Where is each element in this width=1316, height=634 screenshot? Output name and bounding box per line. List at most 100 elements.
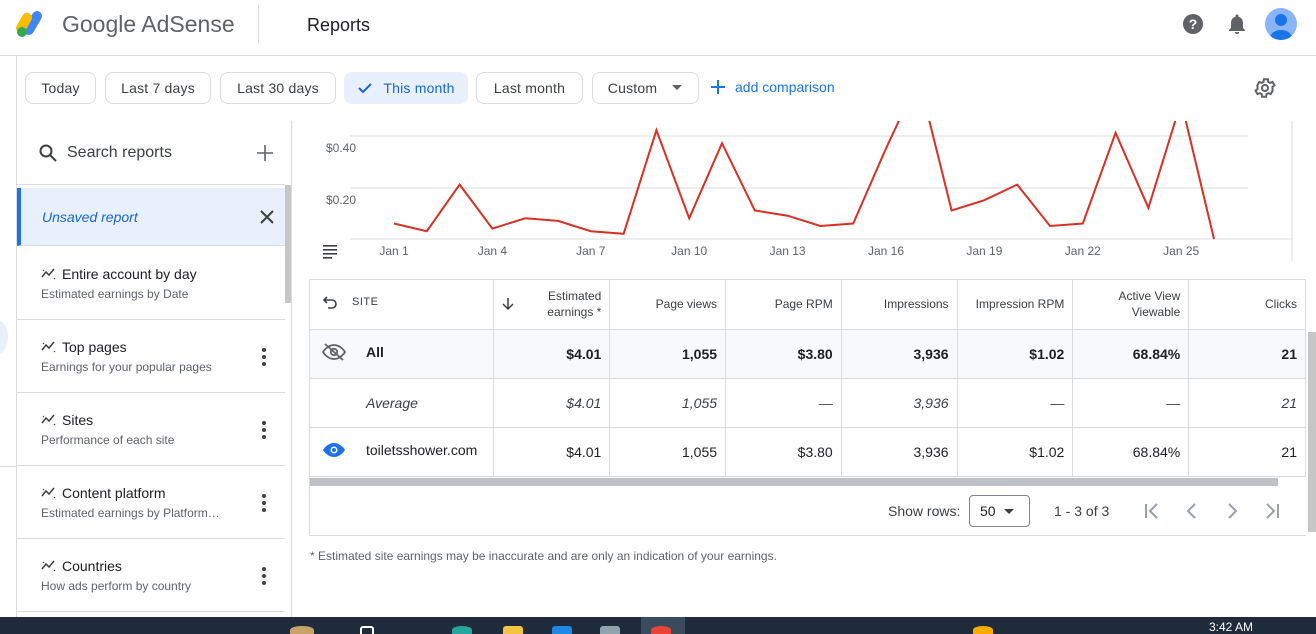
data-table: SITE Estimated earnings * Page views Pag… — [310, 280, 1306, 477]
trending-icon — [41, 414, 56, 426]
report-item-countries[interactable]: Countries How ads perform by country — [17, 539, 285, 612]
search-reports[interactable]: Search reports — [17, 121, 285, 185]
visibility-eye-icon[interactable] — [322, 441, 346, 459]
svg-text:?: ? — [1189, 16, 1198, 32]
unsaved-report-label: Unsaved report — [42, 209, 138, 225]
taskbar-chrome-icon[interactable] — [651, 626, 671, 634]
cell-active-view: — — [1072, 378, 1190, 428]
top-app-bar: Google AdSense Reports ? — [0, 0, 1316, 56]
taskbar-edge-icon[interactable] — [452, 626, 472, 634]
header-active-view-viewable[interactable]: Active View Viewable — [1072, 280, 1190, 330]
table-row: toiletsshower.com $4.01 1,055 $3.80 3,93… — [310, 427, 1306, 477]
first-page-icon[interactable] — [1140, 499, 1164, 523]
chip-today[interactable]: Today — [25, 72, 96, 104]
chip-custom[interactable]: Custom — [592, 72, 699, 104]
header-impressions[interactable]: Impressions — [841, 280, 958, 330]
x-tick-label: Jan 19 — [966, 244, 1002, 258]
report-title: Content platform — [62, 485, 166, 501]
taskbar-weather-icon[interactable] — [973, 626, 993, 634]
report-title: Top pages — [62, 339, 127, 355]
trending-icon — [41, 560, 56, 572]
settings-gear-icon[interactable] — [1253, 76, 1277, 100]
more-vert-icon[interactable] — [255, 345, 273, 369]
row-label: All — [366, 344, 384, 360]
x-tick-label: Jan 10 — [671, 244, 707, 258]
earnings-line-chart: $0.40 $0.20 Jan 1 Jan 4 Jan 7 Jan 10 Jan 13 Ja… — [323, 121, 1293, 261]
x-tick-label: Jan 16 — [868, 244, 904, 258]
header-page-rpm[interactable]: Page RPM — [725, 280, 842, 330]
header-page-views[interactable]: Page views — [609, 280, 727, 330]
add-report-plus-icon[interactable] — [255, 143, 275, 163]
menu-icon[interactable] — [323, 245, 337, 259]
plus-icon — [711, 80, 725, 94]
more-vert-icon[interactable] — [255, 491, 273, 515]
show-rows-label: Show rows: — [888, 503, 961, 519]
os-taskbar: 3:42 AM — [0, 617, 1316, 634]
date-range-bar: Today Last 7 days Last 30 days This mont… — [0, 57, 1316, 121]
chip-last-30-days[interactable]: Last 30 days — [220, 72, 336, 104]
cell-page-views: 1,055 — [609, 378, 727, 428]
chip-this-month[interactable]: This month — [344, 72, 468, 104]
report-subtitle: How ads perform by country — [41, 579, 192, 593]
rows-per-page-select[interactable]: 50 — [969, 495, 1030, 527]
chip-label: This month — [383, 80, 455, 96]
cell-impression-rpm: $1.02 — [957, 329, 1074, 379]
header-label: Active View Viewable — [1118, 289, 1181, 320]
help-icon[interactable]: ? — [1181, 12, 1205, 36]
more-vert-icon[interactable] — [255, 418, 273, 442]
chip-last-month[interactable]: Last month — [476, 72, 583, 104]
visibility-off-icon[interactable] — [322, 343, 346, 361]
report-subtitle: Estimated earnings by Platform… — [41, 506, 220, 520]
taskbar-app-icon[interactable] — [600, 626, 620, 634]
more-vert-icon[interactable] — [255, 564, 273, 588]
unsaved-report-item[interactable]: Unsaved report — [17, 188, 285, 246]
cell-estimated-earnings: $4.01 — [493, 329, 611, 379]
header-impression-rpm[interactable]: Impression RPM — [957, 280, 1074, 330]
header-estimated-earnings[interactable]: Estimated earnings * — [493, 280, 611, 330]
report-item-top-pages[interactable]: Top pages Earnings for your popular page… — [17, 320, 285, 393]
rows-per-page-value: 50 — [980, 503, 996, 519]
header-label: Estimated earnings * — [547, 289, 602, 320]
add-comparison-button[interactable]: add comparison — [711, 79, 835, 95]
x-tick-label: Jan 4 — [478, 244, 508, 258]
cell-impressions: 3,936 — [841, 427, 958, 477]
previous-page-icon[interactable] — [1180, 499, 1204, 523]
x-tick-label: Jan 7 — [576, 244, 606, 258]
last-page-icon[interactable] — [1260, 499, 1284, 523]
table-row-all: All $4.01 1,055 $3.80 3,936 $1.02 68.84%… — [310, 329, 1306, 379]
report-item-content-platform[interactable]: Content platform Estimated earnings by P… — [17, 466, 285, 539]
table-horizontal-scrollbar[interactable] — [310, 478, 1278, 486]
taskbar-app-icon[interactable] — [290, 626, 314, 634]
sidebar-scrollbar[interactable] — [285, 185, 291, 303]
undo-arrow-icon[interactable] — [322, 294, 338, 310]
taskbar-clock: 3:42 AM — [1209, 620, 1254, 634]
report-title: Countries — [62, 558, 122, 574]
cell-page-rpm: $3.80 — [725, 329, 842, 379]
check-icon — [358, 83, 373, 94]
taskbar-search-icon[interactable] — [360, 626, 374, 634]
taskbar-folder-icon[interactable] — [503, 626, 523, 634]
search-icon — [39, 144, 57, 162]
header-clicks[interactable]: Clicks — [1188, 280, 1306, 330]
account-avatar[interactable] — [1265, 8, 1297, 40]
table-pagination: Show rows: 50 1 - 3 of 3 — [310, 486, 1307, 536]
report-item-sites[interactable]: Sites Performance of each site — [17, 393, 285, 466]
notifications-bell-icon[interactable] — [1225, 12, 1249, 36]
taskbar-mail-icon[interactable] — [552, 626, 572, 634]
cell-page-rpm: $3.80 — [725, 427, 842, 477]
page-vertical-scrollbar[interactable] — [1308, 332, 1316, 532]
chip-last-7-days[interactable]: Last 7 days — [105, 72, 211, 104]
earnings-footnote: * Estimated site earnings may be inaccur… — [310, 549, 777, 563]
row-label: Average — [366, 394, 418, 411]
report-item-entire-account-by-day[interactable]: Entire account by day Estimated earnings… — [17, 247, 285, 320]
x-tick-label: Jan 13 — [770, 244, 806, 258]
close-icon[interactable] — [258, 208, 276, 226]
cell-clicks: 21 — [1188, 378, 1306, 428]
x-tick-label: Jan 1 — [379, 244, 409, 258]
y-tick-label: $0.20 — [326, 193, 356, 207]
row-label-cell: All — [310, 329, 495, 379]
header-site[interactable]: SITE — [310, 280, 495, 330]
next-page-icon[interactable] — [1220, 499, 1244, 523]
y-tick-label: $0.40 — [326, 141, 356, 155]
report-title: Entire account by day — [62, 266, 197, 282]
